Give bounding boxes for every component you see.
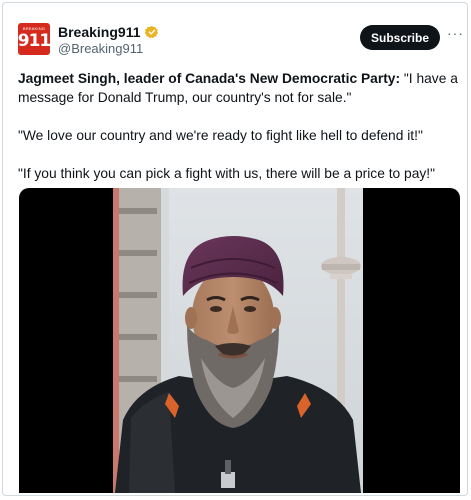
more-options-icon[interactable]: ···: [447, 26, 463, 43]
avatar-small-text: BREAKING: [22, 26, 46, 31]
tweet-paragraph-2: "We love our country and we're ready to …: [18, 128, 423, 143]
tweet-card: BREAKING 911 Breaking911 @Breaking911 Su…: [2, 2, 468, 496]
account-name-text: Breaking911: [58, 24, 141, 40]
tweet-text: Jagmeet Singh, leader of Canada's New De…: [18, 69, 458, 202]
verified-badge-icon: [144, 25, 158, 39]
tweet-video[interactable]: [19, 188, 460, 493]
avatar-logo-text: 911: [18, 30, 50, 51]
account-handle[interactable]: @Breaking911: [58, 41, 143, 56]
account-name[interactable]: Breaking911: [58, 24, 159, 40]
video-frame: [113, 188, 363, 493]
tweet-lead: Jagmeet Singh, leader of Canada's New De…: [18, 71, 401, 86]
subscribe-button[interactable]: Subscribe: [360, 25, 440, 50]
tweet-paragraph-1: Jagmeet Singh, leader of Canada's New De…: [18, 69, 458, 107]
tweet-paragraph-3: "If you think you can pick a fight with …: [18, 166, 436, 181]
account-avatar[interactable]: BREAKING 911: [18, 23, 50, 55]
